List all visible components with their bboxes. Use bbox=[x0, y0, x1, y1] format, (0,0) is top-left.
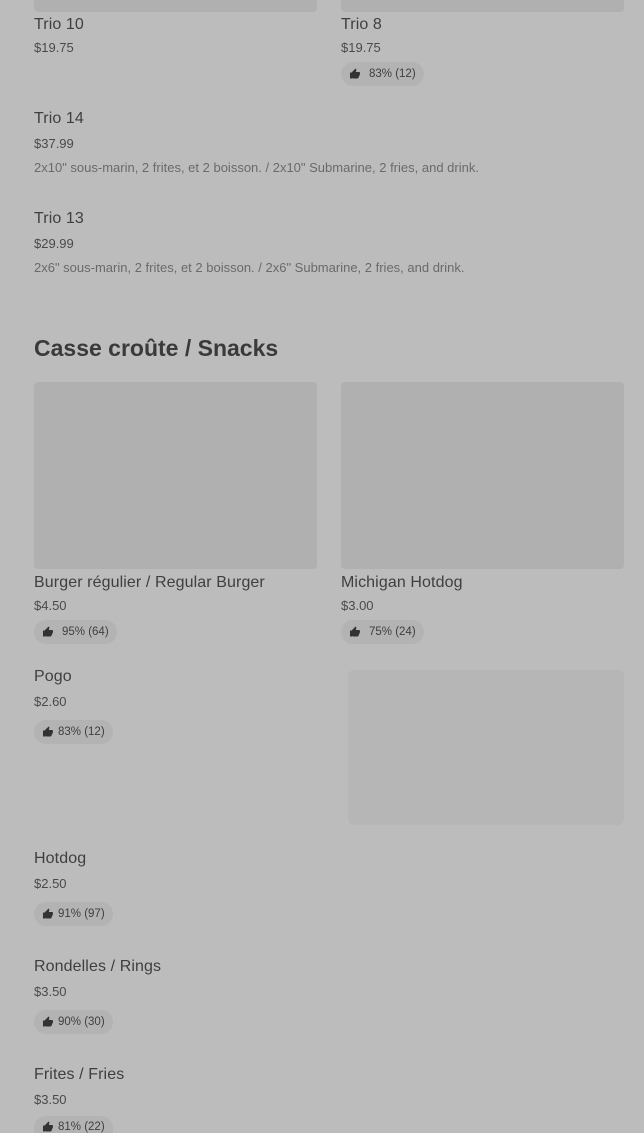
item-price: $3.50 bbox=[34, 1092, 67, 1107]
thumbs-up-icon bbox=[43, 1016, 53, 1027]
thumbs-up-icon bbox=[350, 626, 360, 637]
item-name[interactable]: Hotdog bbox=[34, 850, 86, 868]
item-name[interactable]: Trio 10 bbox=[34, 16, 84, 34]
thumbs-up-icon bbox=[43, 1121, 53, 1132]
rating-badge: 75% (24) bbox=[341, 620, 424, 644]
item-name[interactable]: Frites / Fries bbox=[34, 1066, 124, 1084]
item-price: $3.00 bbox=[341, 598, 374, 613]
item-name[interactable]: Rondelles / Rings bbox=[34, 958, 161, 976]
trio-8-image[interactable] bbox=[341, 0, 624, 12]
item-price: $37.99 bbox=[34, 136, 74, 151]
thumbs-up-icon bbox=[350, 68, 360, 79]
item-price: $3.50 bbox=[34, 984, 67, 999]
item-price: $2.60 bbox=[34, 694, 67, 709]
item-name[interactable]: Trio 8 bbox=[341, 16, 382, 34]
thumbs-up-icon bbox=[43, 726, 53, 737]
item-price: $2.50 bbox=[34, 876, 67, 891]
rating-text: 83% (12) bbox=[58, 726, 105, 738]
rating-text: 81% (22) bbox=[58, 1121, 105, 1133]
item-description: 2x6" sous-marin, 2 frites, et 2 boisson.… bbox=[34, 260, 465, 275]
item-price: $19.75 bbox=[34, 40, 74, 55]
item-price: $29.99 bbox=[34, 236, 74, 251]
rating-badge: 83% (12) bbox=[34, 720, 113, 744]
item-name[interactable]: Pogo bbox=[34, 668, 72, 686]
rating-text: 90% (30) bbox=[58, 1016, 105, 1028]
rating-text: 83% (12) bbox=[369, 68, 416, 80]
pogo-image[interactable] bbox=[348, 670, 624, 825]
thumbs-up-icon bbox=[43, 626, 53, 637]
item-description: 2x10" sous-marin, 2 frites, et 2 boisson… bbox=[34, 160, 479, 175]
thumbs-up-icon bbox=[43, 908, 53, 919]
item-name[interactable]: Trio 14 bbox=[34, 110, 84, 128]
item-price: $19.75 bbox=[341, 40, 381, 55]
item-price: $4.50 bbox=[34, 598, 67, 613]
michigan-hotdog-image[interactable] bbox=[341, 382, 624, 569]
item-name[interactable]: Burger régulier / Regular Burger bbox=[34, 574, 265, 592]
rating-text: 91% (97) bbox=[58, 908, 105, 920]
rating-badge: 95% (64) bbox=[34, 620, 117, 644]
trio-10-image[interactable] bbox=[34, 0, 317, 12]
burger-image[interactable] bbox=[34, 382, 317, 569]
rating-badge: 90% (30) bbox=[34, 1010, 113, 1034]
rating-badge: 91% (97) bbox=[34, 902, 113, 926]
rating-badge: 83% (12) bbox=[341, 62, 424, 86]
rating-badge: 81% (22) bbox=[34, 1116, 113, 1133]
item-name[interactable]: Michigan Hotdog bbox=[341, 574, 463, 592]
item-name[interactable]: Trio 13 bbox=[34, 210, 84, 228]
rating-text: 95% (64) bbox=[62, 626, 109, 638]
rating-text: 75% (24) bbox=[369, 626, 416, 638]
section-title: Casse croûte / Snacks bbox=[34, 335, 279, 361]
